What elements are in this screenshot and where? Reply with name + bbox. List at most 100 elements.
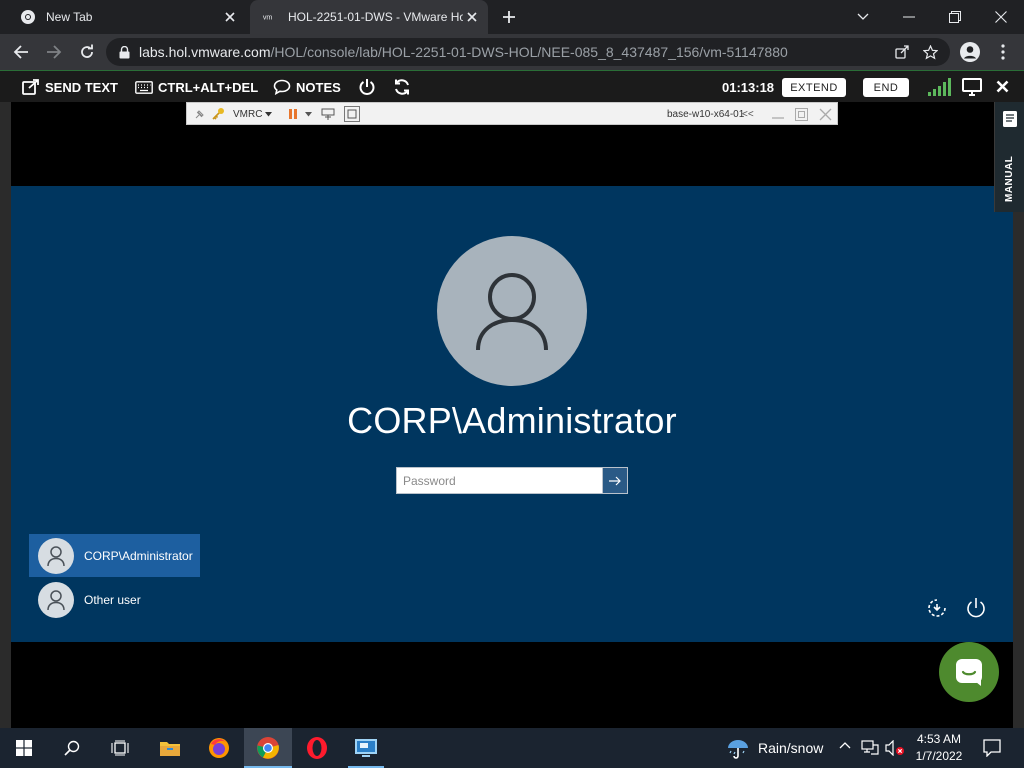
user-avatar-small (38, 581, 74, 618)
weather-widget[interactable]: Rain/snow (726, 728, 823, 768)
chrome-taskbar-icon[interactable] (244, 728, 292, 768)
close-tab-icon[interactable] (464, 9, 480, 25)
notes-label: NOTES (296, 79, 341, 95)
vmrc-close-icon[interactable] (819, 106, 832, 122)
windows-logo-icon (16, 740, 32, 756)
manual-label: MANUAL (1004, 155, 1015, 202)
chat-launcher-button[interactable] (939, 642, 999, 702)
close-console-icon[interactable] (996, 80, 1009, 93)
reload-icon[interactable] (74, 40, 100, 64)
tab-hol-console[interactable]: vm HOL-2251-01-DWS - VMware Ho (250, 0, 488, 34)
firefox-icon[interactable] (195, 728, 243, 768)
remote-desktop-icon[interactable] (342, 728, 390, 768)
lock-icon[interactable] (119, 45, 130, 59)
sign-in-power-icon[interactable] (962, 594, 990, 622)
user-avatar (437, 236, 587, 386)
pause-icon[interactable] (287, 106, 299, 122)
file-explorer-icon[interactable] (146, 728, 194, 768)
tab-title: HOL-2251-01-DWS - VMware Ho (288, 10, 463, 24)
devices-icon[interactable] (321, 106, 335, 122)
password-field[interactable] (396, 467, 603, 494)
power-dropdown-icon[interactable] (305, 106, 312, 122)
keyboard-icon (135, 80, 153, 94)
vmrc-menu-label: VMRC (233, 108, 263, 120)
refresh-button[interactable] (393, 75, 416, 99)
user-silhouette-icon (476, 273, 548, 351)
console-frame-left (0, 102, 11, 728)
user-tile-label: CORP\Administrator (84, 548, 193, 563)
forward-icon[interactable] (41, 40, 67, 64)
minimize-icon[interactable] (886, 0, 932, 34)
book-icon (1002, 110, 1018, 128)
vmware-icon: vm (262, 9, 278, 25)
action-center-icon[interactable] (983, 739, 1001, 757)
url-host: labs.hol.vmware.com (139, 44, 271, 60)
pin-icon[interactable] (194, 106, 205, 122)
password-input[interactable] (403, 468, 602, 493)
end-button[interactable]: END (863, 78, 909, 97)
sign-in-username: CORP\Administrator (347, 400, 677, 441)
display-icon[interactable] (962, 78, 982, 96)
umbrella-icon (728, 740, 748, 759)
ctrl-alt-del-label: CTRL+ALT+DEL (158, 79, 259, 95)
close-window-icon[interactable] (978, 0, 1024, 34)
user-avatar-small (38, 537, 74, 574)
clock-date: 1/7/2022 (915, 749, 963, 763)
start-button[interactable] (0, 728, 48, 768)
browser-tab-strip: New Tab vm HOL-2251-01-DWS - VMware Ho (0, 0, 1024, 34)
search-icon[interactable] (48, 728, 96, 768)
task-view-icon[interactable] (96, 728, 144, 768)
back-icon[interactable] (8, 40, 34, 64)
chrome-menu-icon[interactable] (990, 40, 1016, 64)
ease-of-access-icon[interactable] (923, 594, 951, 622)
show-hidden-icons-icon[interactable] (839, 741, 851, 749)
bookmark-star-icon[interactable] (923, 44, 938, 60)
taskbar-clock[interactable]: 4:53 AM 1/7/2022 (908, 731, 970, 765)
network-icon[interactable] (861, 740, 879, 756)
share-icon[interactable] (895, 45, 909, 59)
chat-icon (956, 659, 982, 686)
address-bar[interactable]: labs.hol.vmware.com/HOL/console/lab/HOL-… (106, 38, 950, 66)
user-tile-administrator[interactable]: CORP\Administrator (29, 534, 200, 577)
key-icon[interactable] (211, 106, 225, 122)
tab-new-tab[interactable]: New Tab (8, 0, 246, 34)
extend-button[interactable]: EXTEND (782, 78, 846, 97)
send-text-icon (22, 79, 39, 95)
volume-muted-icon[interactable] (885, 740, 905, 756)
vmrc-minimize-icon[interactable] (771, 106, 785, 122)
refresh-icon (395, 79, 409, 95)
close-tab-icon[interactable] (222, 9, 238, 25)
restore-icon[interactable] (932, 0, 978, 34)
vmrc-restore-icon[interactable] (795, 106, 808, 122)
tab-search-icon[interactable] (840, 0, 886, 34)
url-path: /HOL/console/lab/HOL-2251-01-DWS-HOL/NEE… (270, 44, 788, 60)
profile-avatar-icon[interactable] (957, 40, 983, 64)
notes-button[interactable]: NOTES (273, 75, 341, 99)
user-icon (47, 545, 65, 566)
collapse-toolbar[interactable]: << (742, 106, 754, 122)
browser-toolbar: labs.hol.vmware.com/HOL/console/lab/HOL-… (0, 34, 1024, 70)
signal-strength-icon (928, 78, 952, 96)
dropdown-arrow-icon (265, 111, 273, 116)
user-tile-label: Other user (84, 592, 141, 607)
hol-console-toolbar: SEND TEXT CTRL+ALT+DEL NOTES 01:13:18 EX… (0, 70, 1024, 102)
tab-title: New Tab (46, 10, 93, 24)
opera-icon[interactable] (293, 728, 341, 768)
power-button[interactable] (358, 75, 381, 99)
speech-bubble-icon (273, 79, 291, 95)
send-text-button[interactable]: SEND TEXT (22, 75, 118, 99)
power-icon (359, 79, 375, 95)
new-tab-button[interactable] (496, 6, 522, 28)
manual-side-tab[interactable]: MANUAL (994, 102, 1024, 212)
fullscreen-icon[interactable] (344, 106, 360, 122)
user-icon (47, 589, 65, 610)
submit-password-button[interactable] (602, 467, 628, 494)
session-timer: 01:13:18 (722, 79, 775, 95)
svg-text:vm: vm (263, 14, 273, 22)
ctrl-alt-del-button[interactable]: CTRL+ALT+DEL (135, 75, 258, 99)
vmrc-toolbar: VMRC base-w10-x64-01 << (186, 102, 838, 125)
weather-label: Rain/snow (758, 740, 824, 756)
chrome-icon (20, 9, 36, 25)
vmrc-menu[interactable]: VMRC (233, 106, 273, 122)
user-tile-other-user[interactable]: Other user (29, 578, 200, 621)
